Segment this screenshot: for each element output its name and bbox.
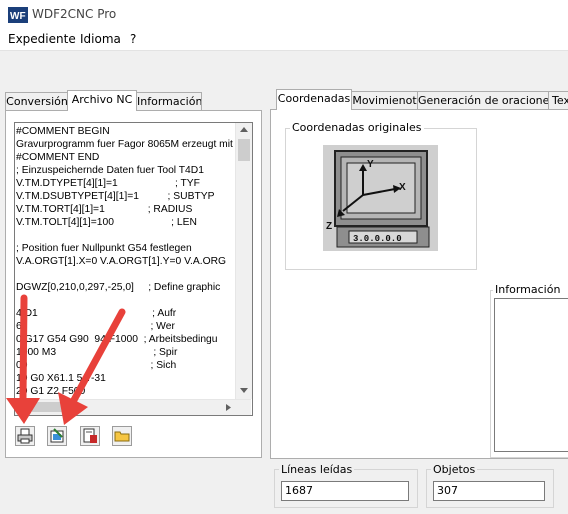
- tab-texto[interactable]: Tex: [548, 91, 568, 110]
- coordinate-system-image: Y X Z 3.0.0.0.0: [323, 145, 438, 251]
- objetos-label: Objetos: [431, 463, 478, 476]
- tab-movimienot[interactable]: Movimienot: [351, 91, 418, 110]
- lineas-leidas-label: Líneas leídas: [279, 463, 355, 476]
- red-arrow-right: [58, 308, 126, 425]
- axis-z-label: Z: [326, 221, 332, 232]
- tab-archivo-nc[interactable]: Archivo NC: [67, 90, 137, 111]
- axis-y-label: Y: [367, 159, 374, 170]
- objetos-field: 307: [433, 481, 545, 501]
- red-arrow-left: [6, 294, 40, 424]
- axis-x-label: X: [399, 182, 406, 193]
- informacion-listbox[interactable]: [494, 298, 568, 452]
- coordenadas-originales-label: Coordenadas originales: [290, 121, 424, 134]
- monitor-digits: 3.0.0.0.0: [353, 234, 402, 244]
- lineas-leidas-field: 1687: [281, 481, 409, 501]
- tab-generacion-oraciones[interactable]: Generación de oraciones: [417, 91, 549, 110]
- tab-coordenadas[interactable]: Coordenadas: [276, 89, 352, 110]
